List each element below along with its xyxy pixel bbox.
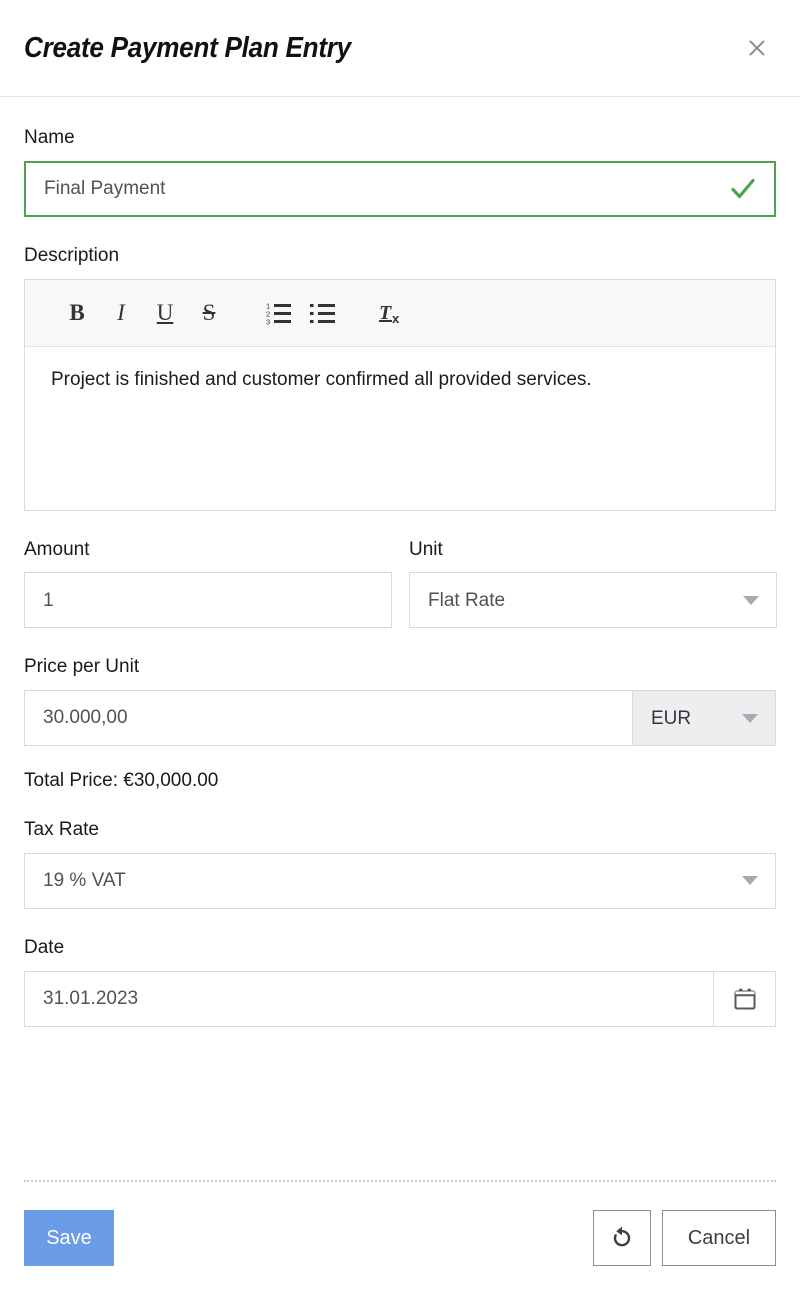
- clear-format-button[interactable]: T x: [371, 291, 415, 335]
- close-icon: [749, 40, 765, 56]
- price-per-unit-input[interactable]: 30.000,00: [25, 691, 632, 746]
- bold-icon: B: [69, 300, 85, 326]
- validation-status-badge: [730, 176, 756, 202]
- create-payment-plan-entry-dialog: Create Payment Plan Entry Name Final Pay…: [0, 0, 800, 1314]
- amount-unit-row: Amount 1 Unit Flat Rate: [24, 539, 777, 629]
- dialog-body: Name Final Payment Description B I U S 1…: [0, 97, 800, 1027]
- total-price-text: Total Price: €30,000.00: [24, 770, 219, 792]
- description-form-group: Description B I U S 1 2 3 T x Project is…: [24, 245, 776, 511]
- check-icon: [731, 178, 755, 198]
- price-per-unit-label: Price per Unit: [24, 656, 140, 678]
- save-button[interactable]: Save: [24, 1210, 114, 1266]
- unordered-list-button[interactable]: [301, 291, 345, 335]
- chevron-down-icon: [742, 876, 758, 886]
- calendar-icon: [734, 988, 755, 1010]
- description-editor: B I U S 1 2 3 T x Project is finished an…: [24, 278, 776, 511]
- date-input-group: 31.01.2023: [24, 970, 776, 1027]
- unit-form-group: Unit Flat Rate: [409, 539, 777, 629]
- dialog-footer: Save Cancel: [0, 1180, 800, 1314]
- editor-toolbar: B I U S 1 2 3 T x: [25, 279, 775, 347]
- reset-button[interactable]: [593, 1210, 651, 1266]
- description-textarea[interactable]: Project is finished and customer confirm…: [25, 347, 775, 510]
- name-label: Name: [24, 127, 75, 148]
- undo-icon: [613, 1226, 631, 1247]
- currency-select-value: EUR: [651, 707, 692, 729]
- tax-rate-select-value: 19 % VAT: [43, 870, 126, 892]
- close-button[interactable]: [740, 31, 774, 65]
- unit-select-value: Flat Rate: [428, 589, 506, 611]
- tax-rate-form-group: Tax Rate 19 % VAT: [24, 819, 776, 909]
- footer-secondary-actions: Cancel: [593, 1210, 776, 1266]
- underline-button[interactable]: U: [143, 291, 187, 335]
- unordered-list-icon: [310, 303, 335, 323]
- footer-actions: Save Cancel: [24, 1182, 776, 1266]
- amount-input-value: 1: [43, 590, 54, 610]
- strikethrough-button[interactable]: S: [187, 291, 231, 335]
- strikethrough-icon: S: [202, 300, 216, 326]
- page-title: Create Payment Plan Entry: [24, 31, 351, 64]
- ordered-list-icon: 1 2 3: [266, 301, 291, 325]
- underline-icon: U: [156, 300, 174, 326]
- ordered-list-button[interactable]: 1 2 3: [257, 291, 301, 335]
- price-per-unit-form-group: Price per Unit 30.000,00 EUR: [24, 656, 776, 747]
- tax-rate-label: Tax Rate: [24, 818, 99, 840]
- italic-icon: I: [117, 300, 125, 326]
- chevron-down-icon: [742, 713, 758, 723]
- tax-rate-select[interactable]: 19 % VAT: [24, 852, 776, 909]
- description-label: Description: [24, 244, 120, 266]
- dialog-header: Create Payment Plan Entry: [0, 0, 800, 97]
- date-picker-button[interactable]: [713, 971, 775, 1026]
- chevron-down-icon: [743, 595, 759, 605]
- date-input[interactable]: 31.01.2023: [25, 972, 713, 1026]
- bold-button[interactable]: B: [55, 291, 99, 335]
- amount-label: Amount: [24, 538, 90, 560]
- italic-button[interactable]: I: [99, 291, 143, 335]
- date-label: Date: [24, 936, 65, 958]
- unit-label: Unit: [409, 538, 443, 560]
- name-input[interactable]: Final Payment: [24, 160, 776, 217]
- currency-select[interactable]: EUR: [632, 691, 775, 746]
- svg-text:x: x: [392, 311, 400, 326]
- svg-text:3: 3: [266, 317, 270, 325]
- cancel-button[interactable]: Cancel: [662, 1210, 776, 1266]
- name-input-value: Final Payment: [44, 179, 166, 199]
- amount-form-group: Amount 1: [24, 539, 392, 629]
- clear-format-icon: T x: [379, 302, 400, 326]
- amount-input[interactable]: 1: [24, 572, 392, 629]
- unit-select[interactable]: Flat Rate: [409, 572, 777, 629]
- name-form-group: Name Final Payment: [24, 127, 776, 217]
- date-form-group: Date 31.01.2023: [24, 937, 776, 1027]
- price-per-unit-input-group: 30.000,00 EUR: [24, 690, 776, 747]
